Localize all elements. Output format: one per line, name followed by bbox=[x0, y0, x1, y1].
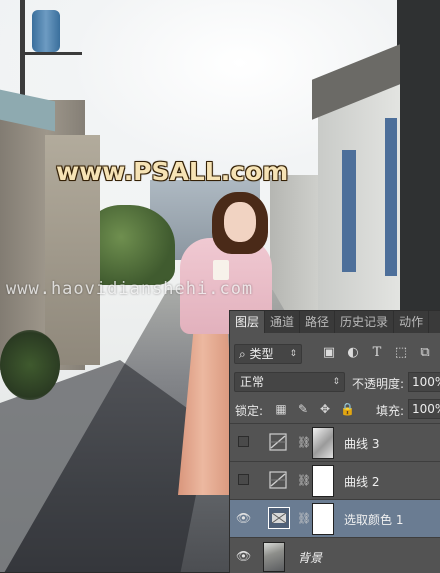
layer-mask-thumbnail[interactable] bbox=[312, 465, 334, 497]
image-filter-icon[interactable]: ▣ bbox=[322, 346, 336, 360]
blend-row: 正常 ⇕ 不透明度: 100% bbox=[230, 372, 440, 394]
panel-tabs: 图层 通道 路径 历史记录 动作 bbox=[230, 311, 440, 333]
curves-adjustment-icon bbox=[268, 431, 290, 453]
adjustment-filter-icon[interactable]: ◐ bbox=[346, 346, 360, 360]
layer-row-selected[interactable]: 👁 ⛓ 选取颜色 1 bbox=[230, 499, 440, 537]
watermark-sub: www.haovidianshehi.com bbox=[6, 279, 254, 299]
fill-label: 填充: bbox=[376, 404, 405, 418]
visibility-toggle-off[interactable] bbox=[238, 436, 249, 447]
blue-shutter bbox=[385, 118, 397, 276]
fill-input[interactable]: 100% bbox=[408, 399, 440, 419]
tab-actions[interactable]: 动作 bbox=[394, 311, 430, 333]
layer-name[interactable]: 背景 bbox=[298, 549, 322, 566]
blend-mode-value: 正常 bbox=[240, 375, 265, 389]
layer-name[interactable]: 曲线 2 bbox=[344, 473, 379, 490]
lock-brush-icon[interactable]: ✎ bbox=[296, 402, 310, 416]
link-icon[interactable]: ⛓ bbox=[297, 512, 311, 525]
link-icon[interactable]: ⛓ bbox=[297, 474, 311, 487]
tab-channels[interactable]: 通道 bbox=[265, 311, 301, 333]
opacity-input[interactable]: 100% bbox=[408, 372, 440, 392]
transformer bbox=[32, 10, 60, 52]
chevron-updown-icon: ⇕ bbox=[332, 377, 340, 387]
layer-row[interactable]: 👁 背景 bbox=[230, 537, 440, 573]
canvas-background bbox=[397, 0, 440, 310]
lock-position-icon[interactable]: ✥ bbox=[318, 402, 332, 416]
tab-layers[interactable]: 图层 bbox=[230, 311, 266, 333]
blend-mode-select[interactable]: 正常 ⇕ bbox=[234, 372, 345, 392]
filter-type-select[interactable]: ⌕ 类型 ⇕ bbox=[234, 344, 302, 364]
layer-row[interactable]: ⛓ 曲线 2 bbox=[230, 461, 440, 499]
chevron-updown-icon: ⇕ bbox=[289, 349, 297, 359]
lock-all-icon[interactable]: 🔒 bbox=[340, 402, 355, 416]
girl-face bbox=[224, 202, 256, 242]
watermark-main: www.PSALL.com bbox=[56, 157, 289, 186]
filter-row: ⌕ 类型 ⇕ ▣ ◐ T ⬚ ⧉ bbox=[230, 344, 440, 366]
eye-icon[interactable]: 👁 bbox=[236, 549, 251, 563]
bush bbox=[0, 330, 60, 400]
lock-label: 锁定: bbox=[235, 404, 264, 418]
layer-name[interactable]: 曲线 3 bbox=[344, 435, 379, 452]
right-building-far bbox=[270, 175, 325, 310]
layer-mask-thumbnail[interactable] bbox=[312, 427, 334, 459]
layer-name[interactable]: 选取颜色 1 bbox=[344, 511, 403, 528]
eye-icon[interactable]: 👁 bbox=[236, 511, 251, 525]
link-icon[interactable]: ⛓ bbox=[297, 436, 311, 449]
layers-panel: 图层 通道 路径 历史记录 动作 ⌕ 类型 ⇕ ▣ ◐ T ⬚ ⧉ 正常 ⇕ 不… bbox=[229, 310, 440, 573]
visibility-toggle-off[interactable] bbox=[238, 474, 249, 485]
lock-transparent-icon[interactable]: ▦ bbox=[274, 402, 288, 416]
blue-shutter bbox=[342, 150, 356, 272]
layer-row[interactable]: ⛓ 曲线 3 bbox=[230, 423, 440, 461]
type-filter-icon[interactable]: T bbox=[370, 346, 384, 360]
coffee-cup bbox=[213, 260, 229, 280]
selective-color-adjustment-icon bbox=[268, 507, 290, 529]
filter-type-value: 类型 bbox=[249, 347, 274, 361]
background-thumbnail bbox=[263, 542, 285, 572]
smart-object-filter-icon[interactable]: ⧉ bbox=[418, 346, 432, 360]
tab-history[interactable]: 历史记录 bbox=[335, 311, 395, 333]
layer-mask-thumbnail[interactable] bbox=[312, 503, 334, 535]
tab-paths[interactable]: 路径 bbox=[300, 311, 336, 333]
search-icon: ⌕ bbox=[239, 347, 250, 361]
shape-filter-icon[interactable]: ⬚ bbox=[394, 346, 408, 360]
curves-adjustment-icon bbox=[268, 469, 290, 491]
opacity-label: 不透明度: bbox=[352, 377, 405, 391]
lock-row: 锁定: ▦ ✎ ✥ 🔒 填充: 100% bbox=[230, 399, 440, 421]
